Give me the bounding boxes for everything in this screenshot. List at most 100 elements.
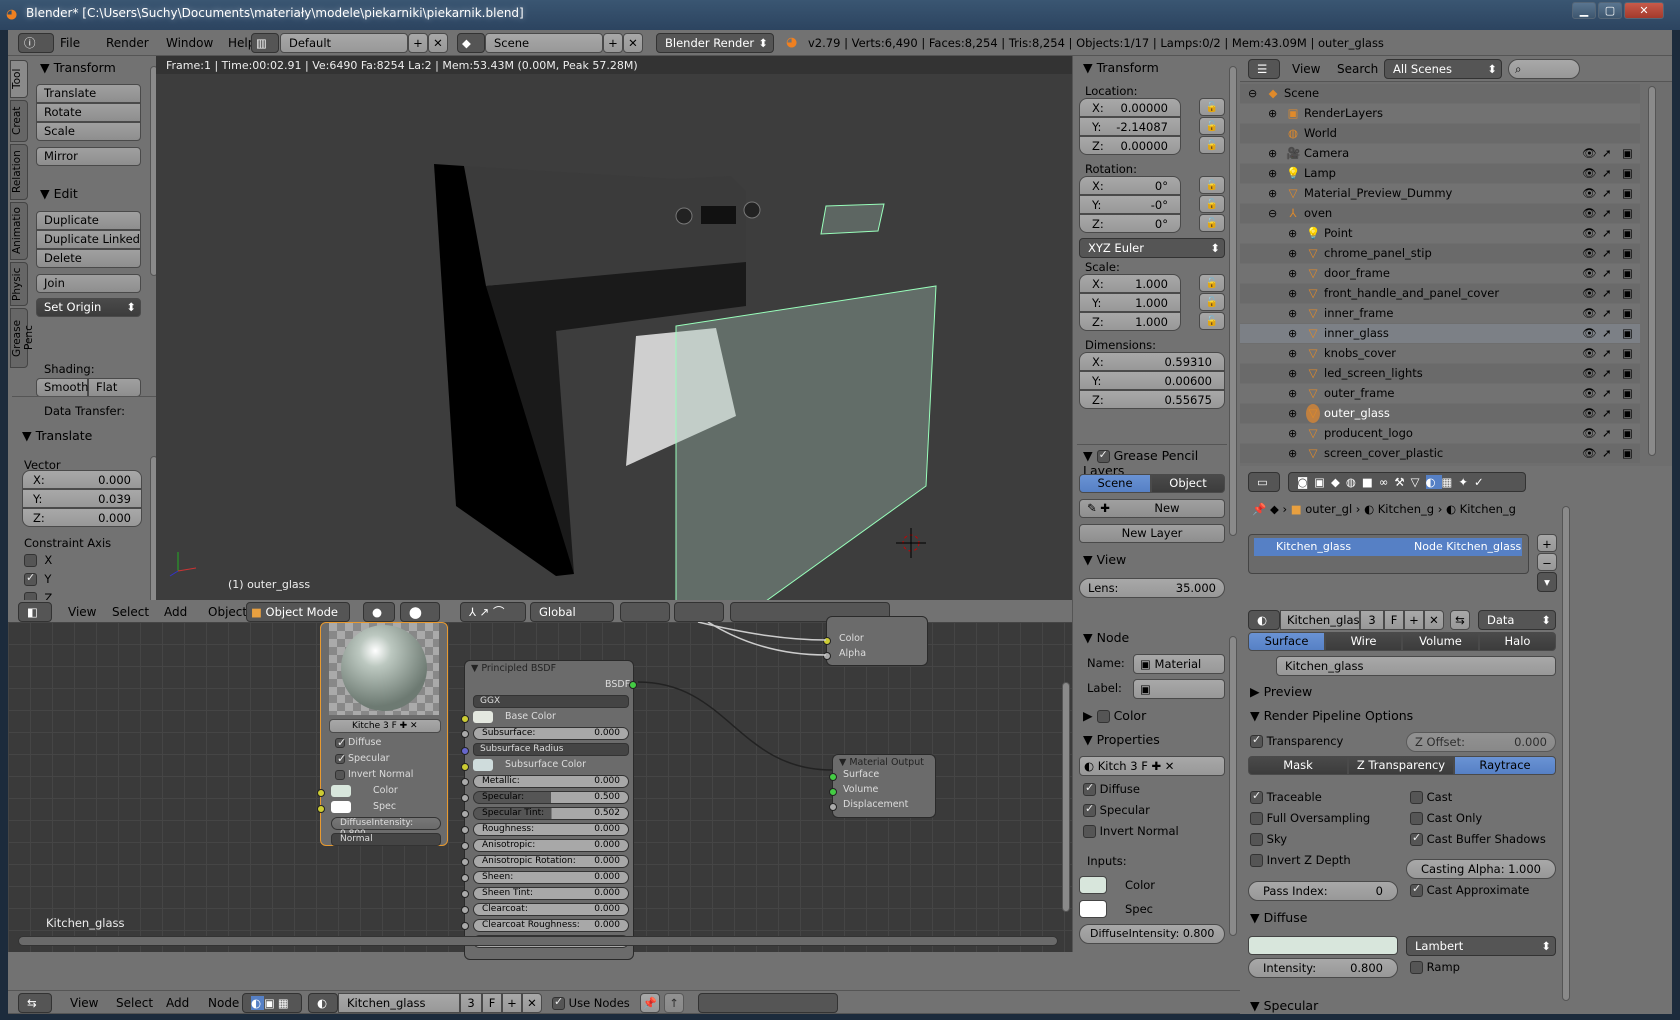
location-z-field[interactable]: Z: 0.00000 — [1079, 136, 1181, 155]
editor-type-node-button[interactable]: ⇆ — [18, 993, 52, 1013]
mirror-button[interactable]: Mirror — [36, 147, 141, 166]
input-spec-swatch[interactable] — [1079, 900, 1107, 918]
add-layout-button[interactable]: + — [408, 33, 428, 53]
outliner-item[interactable]: ⊕ ▽ inner_frame 👁 ➚ ▣ — [1240, 304, 1640, 323]
delete-button[interactable]: Delete — [36, 249, 141, 268]
node-header-new-button[interactable]: + — [502, 993, 522, 1013]
outliner-search-menu[interactable]: Search — [1337, 62, 1378, 76]
renderable-camera-icon[interactable]: ▣ — [1622, 444, 1633, 463]
vector-y-field[interactable]: Y: 0.039 — [22, 489, 142, 508]
selectable-arrow-icon[interactable]: ➚ — [1602, 164, 1612, 183]
outliner-item[interactable]: ⊕ ▽ outer_glass 👁 ➚ ▣ — [1240, 404, 1640, 423]
node-editor-hscrollbar[interactable] — [18, 936, 1058, 946]
material-slot-item[interactable]: Kitchen_glass Node Kitchen_glass — [1254, 538, 1522, 556]
flat-button[interactable]: Flat — [88, 378, 141, 397]
location-x-field[interactable]: X: 0.00000 — [1079, 98, 1181, 117]
material-browse-button[interactable]: ◐ — [1248, 610, 1280, 630]
close-button[interactable]: ✕ — [1624, 2, 1664, 19]
outliner-item[interactable]: ⊕ ▽ producent_logo 👁 ➚ ▣ — [1240, 424, 1640, 443]
selectable-arrow-icon[interactable]: ➚ — [1602, 424, 1612, 443]
unlink-material-button[interactable]: ✕ — [1424, 610, 1444, 630]
shelf-tab-tool[interactable]: Tool — [10, 60, 28, 98]
outliner-item[interactable]: ⊕ 💡 Lamp 👁 ➚ ▣ — [1240, 164, 1640, 183]
mode-select[interactable]: ■ Object Mode — [246, 602, 350, 622]
minimize-button[interactable]: ▁ — [1572, 2, 1596, 19]
outliner-item[interactable]: ⊕ ▽ inner_glass 👁 ➚ ▣ — [1240, 324, 1640, 343]
shader-type-buttons[interactable]: ◐▣▦ — [242, 993, 302, 1013]
properties-scrollbar[interactable] — [1562, 506, 1570, 1001]
outliner-item[interactable]: ⊕ ▽ Material_Preview_Dummy 👁 ➚ ▣ — [1240, 184, 1640, 203]
transparency-mode-raytrace[interactable]: Raytrace — [1454, 756, 1556, 775]
dimensions-y-field[interactable]: Y: 0.00600 — [1079, 371, 1225, 390]
visibility-eye-icon[interactable]: 👁 — [1582, 344, 1597, 363]
renderable-camera-icon[interactable]: ▣ — [1622, 144, 1633, 163]
slot-specials-button[interactable]: ▾ — [1537, 572, 1557, 592]
visibility-eye-icon[interactable]: 👁 — [1582, 424, 1597, 443]
selectable-arrow-icon[interactable]: ➚ — [1602, 324, 1612, 343]
node-header-fake-user[interactable]: F — [482, 993, 502, 1013]
duplicate-button[interactable]: Duplicate — [36, 211, 141, 230]
rotate-button[interactable]: Rotate — [36, 103, 141, 122]
visibility-eye-icon[interactable]: 👁 — [1582, 304, 1597, 323]
fake-user-button[interactable]: F — [1384, 610, 1404, 630]
transparency-mode-z-transparency[interactable]: Z Transparency — [1348, 756, 1454, 775]
menu-render[interactable]: Render — [106, 36, 149, 50]
selectable-arrow-icon[interactable]: ➚ — [1602, 224, 1612, 243]
visibility-eye-icon[interactable]: 👁 — [1582, 164, 1597, 183]
npanel-diffuse-intensity[interactable]: DiffuseIntensity: 0.800 — [1079, 924, 1225, 944]
expand-toggle-icon[interactable]: ⊕ — [1288, 384, 1297, 403]
node-snap-tools[interactable] — [698, 993, 838, 1013]
new-material-button[interactable]: + — [1404, 610, 1424, 630]
properties-context-tabs[interactable]: ◙▣◆◍■∞⚒▽◐▦✦✓ — [1288, 472, 1526, 492]
outliner-item[interactable]: ⊕ ▽ knobs_cover 👁 ➚ ▣ — [1240, 344, 1640, 363]
visibility-eye-icon[interactable]: 👁 — [1582, 264, 1597, 283]
constraint-x-checkbox[interactable]: X — [24, 553, 52, 567]
transparency-mode-mask[interactable]: Mask — [1248, 756, 1348, 775]
location-x-lock-icon[interactable]: 🔓 — [1199, 98, 1225, 116]
input-color-swatch[interactable] — [1079, 876, 1107, 894]
node-header-material-field[interactable]: Kitchen_glass — [338, 993, 460, 1013]
renderable-camera-icon[interactable]: ▣ — [1622, 264, 1633, 283]
outliner-item[interactable]: ⊕ ▽ screen_cover_plastic 👁 ➚ ▣ — [1240, 444, 1640, 463]
node-color-panel-header[interactable]: ▶ Color — [1083, 708, 1146, 723]
npanel-material-select[interactable]: ◐ Kitch 3 F ✚ ✕ — [1079, 756, 1225, 776]
visibility-eye-icon[interactable]: 👁 — [1582, 384, 1597, 403]
node-menu-node[interactable]: Node — [208, 996, 239, 1010]
renderable-camera-icon[interactable]: ▣ — [1622, 424, 1633, 443]
rotation-x-lock-icon[interactable]: 🔓 — [1199, 176, 1225, 194]
expand-toggle-icon[interactable]: ⊕ — [1288, 324, 1297, 343]
add-scene-button[interactable]: + — [603, 33, 623, 53]
outliner-item[interactable]: ⊕ 💡 Point 👁 ➚ ▣ — [1240, 224, 1640, 243]
scale-x-lock-icon[interactable]: 🔓 — [1199, 274, 1225, 292]
grease-object-button[interactable]: Object — [1151, 474, 1225, 493]
visibility-eye-icon[interactable]: 👁 — [1582, 404, 1597, 423]
outliner-item[interactable]: ⊕ ▽ led_screen_lights 👁 ➚ ▣ — [1240, 364, 1640, 383]
material-name-field[interactable]: Kitchen_glass — [1280, 610, 1366, 630]
3d-viewport[interactable]: Frame:1 | Time:00:02.91 | Ve:6490 Fa:825… — [156, 56, 1072, 600]
view3d-menu-select[interactable]: Select — [112, 605, 149, 619]
selectable-arrow-icon[interactable]: ➚ — [1602, 404, 1612, 423]
ramp-checkbox[interactable]: Ramp — [1410, 960, 1460, 974]
editor-type-3dview-button[interactable]: ◧ — [18, 602, 52, 622]
visibility-eye-icon[interactable]: 👁 — [1582, 444, 1597, 463]
outliner-item[interactable]: ⊕ ▽ chrome_panel_stip 👁 ➚ ▣ — [1240, 244, 1640, 263]
expand-toggle-icon[interactable]: ⊕ — [1268, 184, 1277, 203]
location-y-field[interactable]: Y: -2.14087 — [1079, 117, 1181, 136]
remove-slot-button[interactable]: − — [1537, 553, 1557, 571]
node-npanel-scrollbar[interactable] — [1229, 636, 1237, 936]
renderable-camera-icon[interactable]: ▣ — [1622, 204, 1633, 223]
menu-window[interactable]: Window — [166, 36, 213, 50]
cast-buffer-shadows-checkbox[interactable]: Cast Buffer Shadows — [1410, 831, 1546, 846]
outliner-item[interactable]: ⊕ ▽ door_frame 👁 ➚ ▣ — [1240, 264, 1640, 283]
invert-z-depth-checkbox[interactable]: Invert Z Depth — [1250, 853, 1351, 867]
shelf-tab-physic[interactable]: Physic — [10, 262, 28, 306]
cast-approximate-checkbox[interactable]: Cast Approximate — [1410, 882, 1529, 897]
view3d-menu-add[interactable]: Add — [164, 605, 187, 619]
visibility-eye-icon[interactable]: 👁 — [1582, 204, 1597, 223]
sky-checkbox[interactable]: Sky — [1250, 832, 1287, 846]
expand-toggle-icon[interactable]: ⊕ — [1268, 144, 1277, 163]
visibility-eye-icon[interactable]: 👁 — [1582, 364, 1597, 383]
node-menu-select[interactable]: Select — [116, 996, 153, 1010]
viewport-shading-select[interactable]: ● — [363, 602, 395, 622]
set-origin-select[interactable]: Set Origin ⬍ — [36, 298, 141, 317]
